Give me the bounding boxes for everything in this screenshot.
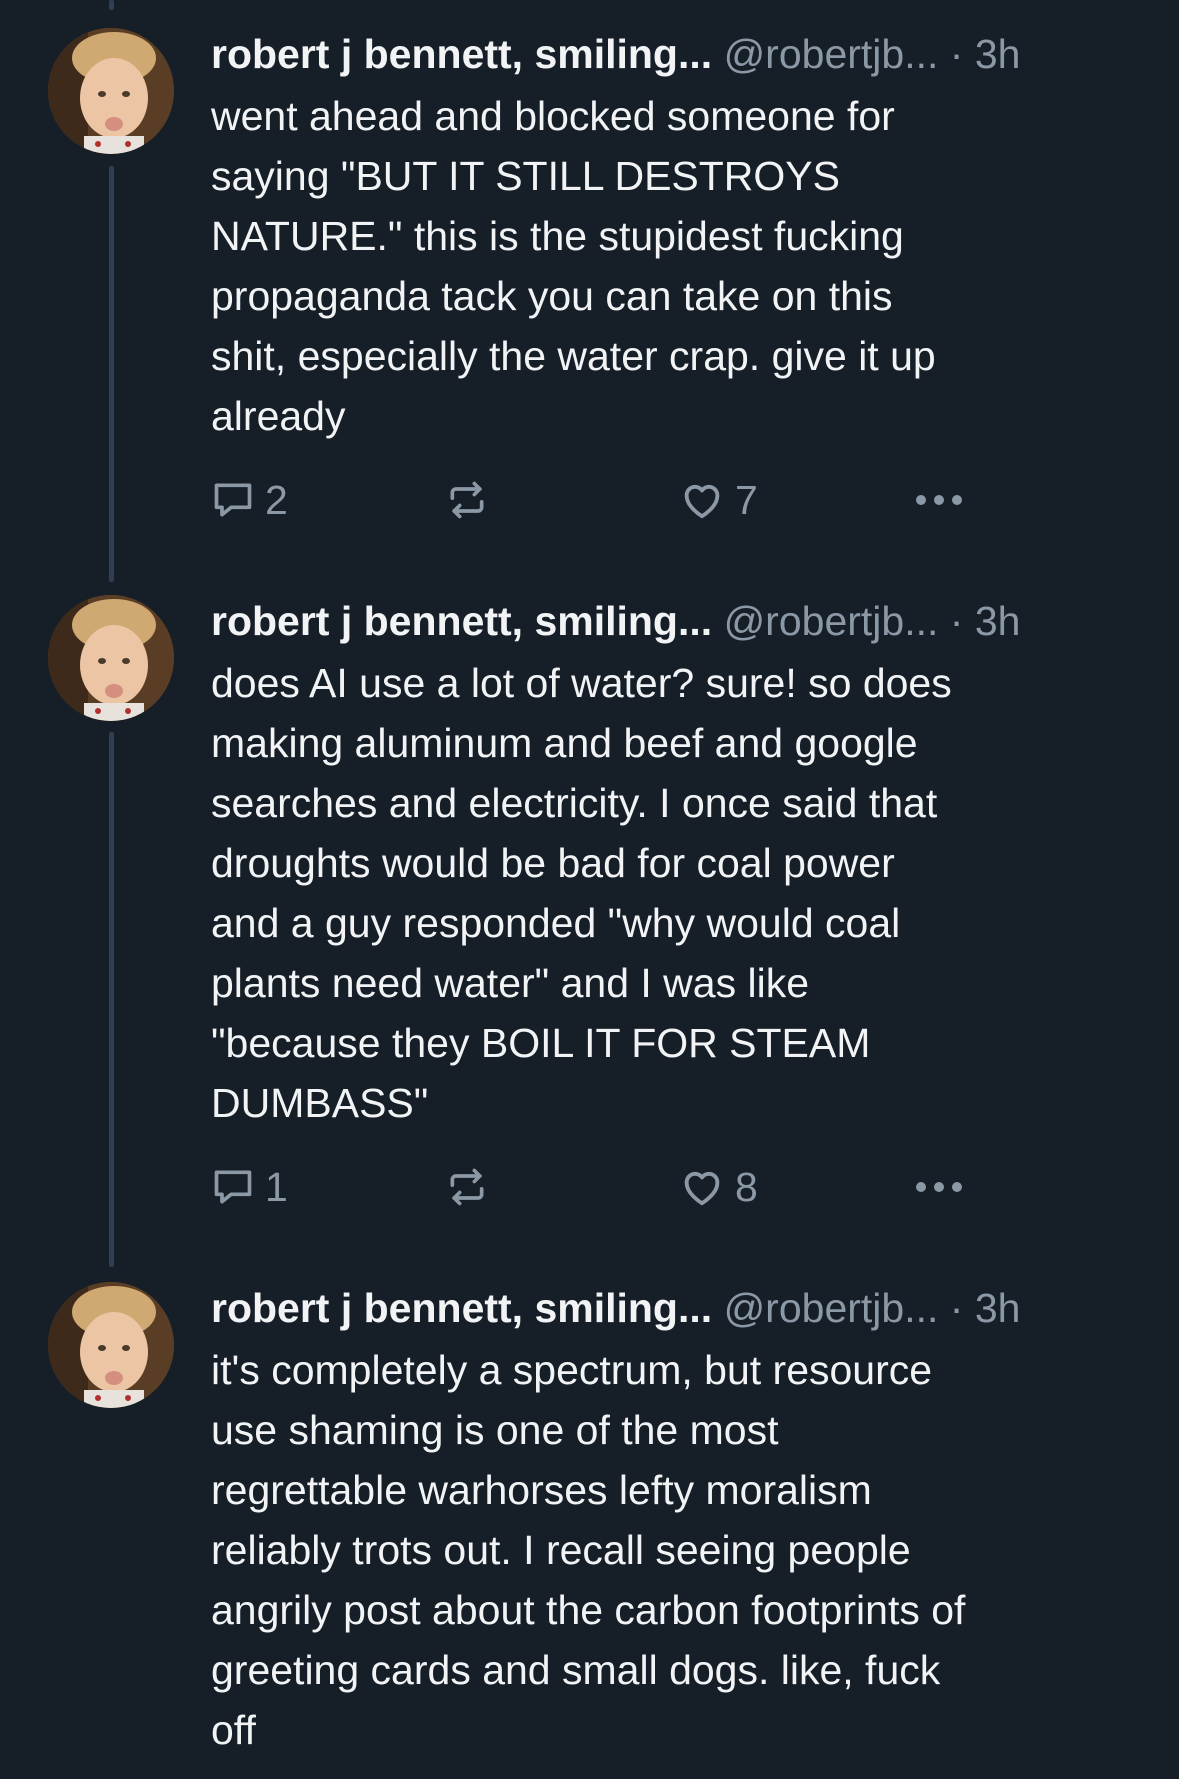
user-handle[interactable]: @robertjb...	[724, 598, 939, 644]
user-handle[interactable]: @robertjb...	[724, 1285, 939, 1331]
more-options-button[interactable]	[913, 470, 965, 530]
post-content: robert j bennett, smiling... @robertjb..…	[211, 1254, 1141, 1760]
display-name[interactable]: robert j bennett, smiling...	[211, 31, 712, 77]
display-name[interactable]: robert j bennett, smiling...	[211, 598, 712, 644]
thread-line	[109, 166, 114, 582]
separator-dot: ·	[949, 1285, 964, 1331]
post-time[interactable]: 3h	[975, 31, 1021, 77]
avatar[interactable]	[48, 28, 174, 154]
reply-count: 2	[265, 476, 288, 523]
heart-icon	[684, 484, 720, 519]
reply-count: 1	[265, 1163, 288, 1210]
post-actions: 2 7	[211, 470, 1141, 530]
avatar[interactable]	[48, 1282, 174, 1408]
post-content: robert j bennett, smiling... @robertjb..…	[211, 567, 1141, 1217]
repost-icon	[450, 481, 484, 519]
repost-button[interactable]	[445, 1157, 489, 1217]
reply-button[interactable]: 1	[211, 1157, 288, 1217]
post-time[interactable]: 3h	[975, 1285, 1021, 1331]
post-header: robert j bennett, smiling... @robertjb..…	[211, 591, 1141, 651]
post-header: robert j bennett, smiling... @robertjb..…	[211, 1278, 1141, 1338]
like-button[interactable]: 7	[679, 470, 758, 530]
repost-icon	[450, 1168, 484, 1206]
heart-icon	[684, 1171, 720, 1206]
like-count: 8	[735, 1163, 758, 1210]
repost-button[interactable]	[445, 470, 489, 530]
post-text: went ahead and blocked someone for sayin…	[211, 93, 936, 439]
post-actions: 1 8	[211, 1157, 1141, 1217]
thread-line	[109, 732, 114, 1267]
avatar[interactable]	[48, 595, 174, 721]
more-icon	[916, 1182, 962, 1192]
separator-dot: ·	[949, 31, 964, 77]
display-name[interactable]: robert j bennett, smiling...	[211, 1285, 712, 1331]
post-content: robert j bennett, smiling... @robertjb..…	[211, 0, 1141, 530]
more-options-button[interactable]	[913, 1157, 965, 1217]
more-icon	[916, 495, 962, 505]
post-time[interactable]: 3h	[975, 598, 1021, 644]
reply-icon	[214, 1170, 252, 1204]
separator-dot: ·	[949, 598, 964, 644]
post-header: robert j bennett, smiling... @robertjb..…	[211, 24, 1141, 84]
thread-line	[109, 0, 114, 10]
like-count: 7	[735, 476, 758, 523]
reply-icon	[214, 483, 252, 517]
post-text: does AI use a lot of water? sure! so doe…	[211, 660, 952, 1126]
user-handle[interactable]: @robertjb...	[724, 31, 939, 77]
post-text: it's completely a spectrum, but resource…	[211, 1347, 966, 1753]
reply-button[interactable]: 2	[211, 470, 288, 530]
like-button[interactable]: 8	[679, 1157, 758, 1217]
